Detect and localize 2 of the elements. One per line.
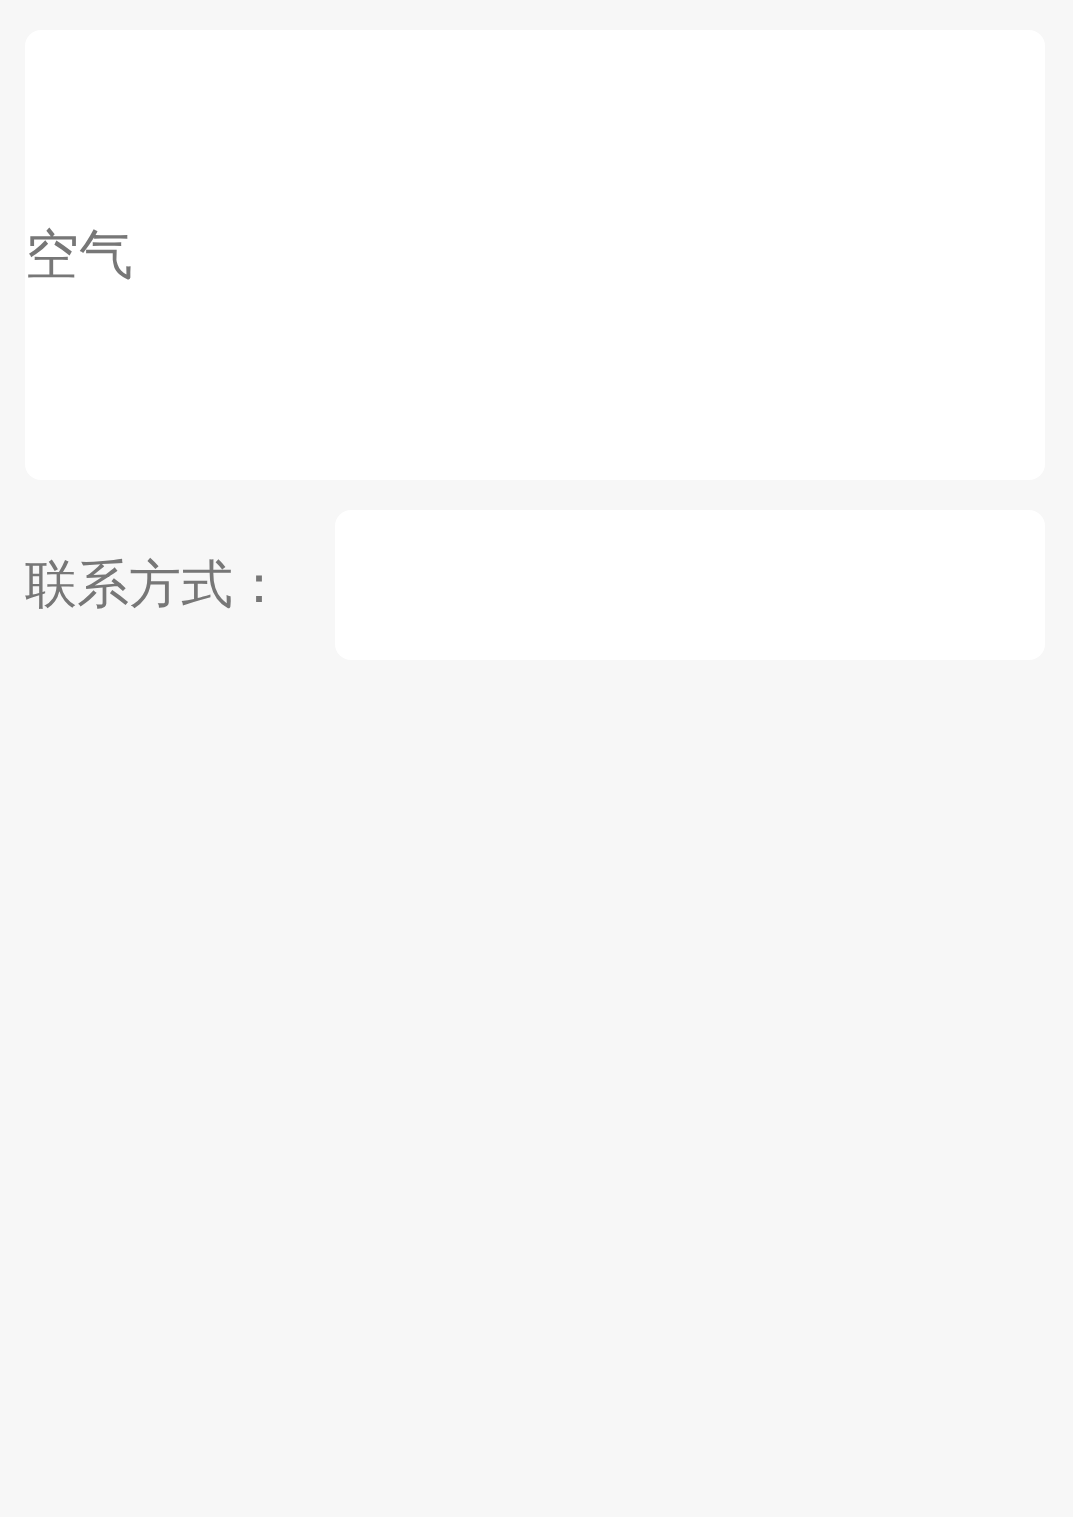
message-text-field[interactable]: 空气 [25, 30, 1045, 480]
contact-label: 联系方式： [25, 553, 285, 616]
